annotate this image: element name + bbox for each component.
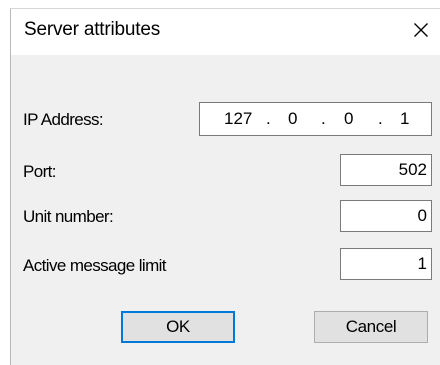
port-label: Port: xyxy=(23,162,57,181)
close-icon xyxy=(414,23,428,37)
ip-address-field[interactable]: 127 . 0 . 0 . 1 xyxy=(199,102,432,136)
ip-octet-1[interactable]: 127 xyxy=(224,109,252,129)
unit-number-label: Unit number: xyxy=(23,207,114,226)
ip-address-label: IP Address: xyxy=(23,110,104,129)
ip-octet-4[interactable]: 1 xyxy=(400,109,409,129)
ip-octet-3[interactable]: 0 xyxy=(344,109,353,129)
port-input[interactable] xyxy=(340,154,432,186)
ip-separator: . xyxy=(266,109,271,128)
cancel-button[interactable]: Cancel xyxy=(314,311,428,343)
active-message-limit-input[interactable] xyxy=(340,248,432,280)
unit-number-input[interactable] xyxy=(340,200,432,232)
ip-separator: . xyxy=(321,109,326,128)
ok-button[interactable]: OK xyxy=(121,311,235,343)
title-bar[interactable]: Server attributes xyxy=(11,9,440,55)
server-attributes-dialog: Server attributes IP Address: 127 . 0 . … xyxy=(0,0,440,365)
close-button[interactable] xyxy=(404,13,438,47)
ip-octet-2[interactable]: 0 xyxy=(288,109,297,129)
dialog-title: Server attributes xyxy=(24,19,160,40)
ip-separator: . xyxy=(378,109,383,128)
active-message-limit-label: Active message limit xyxy=(23,256,167,275)
